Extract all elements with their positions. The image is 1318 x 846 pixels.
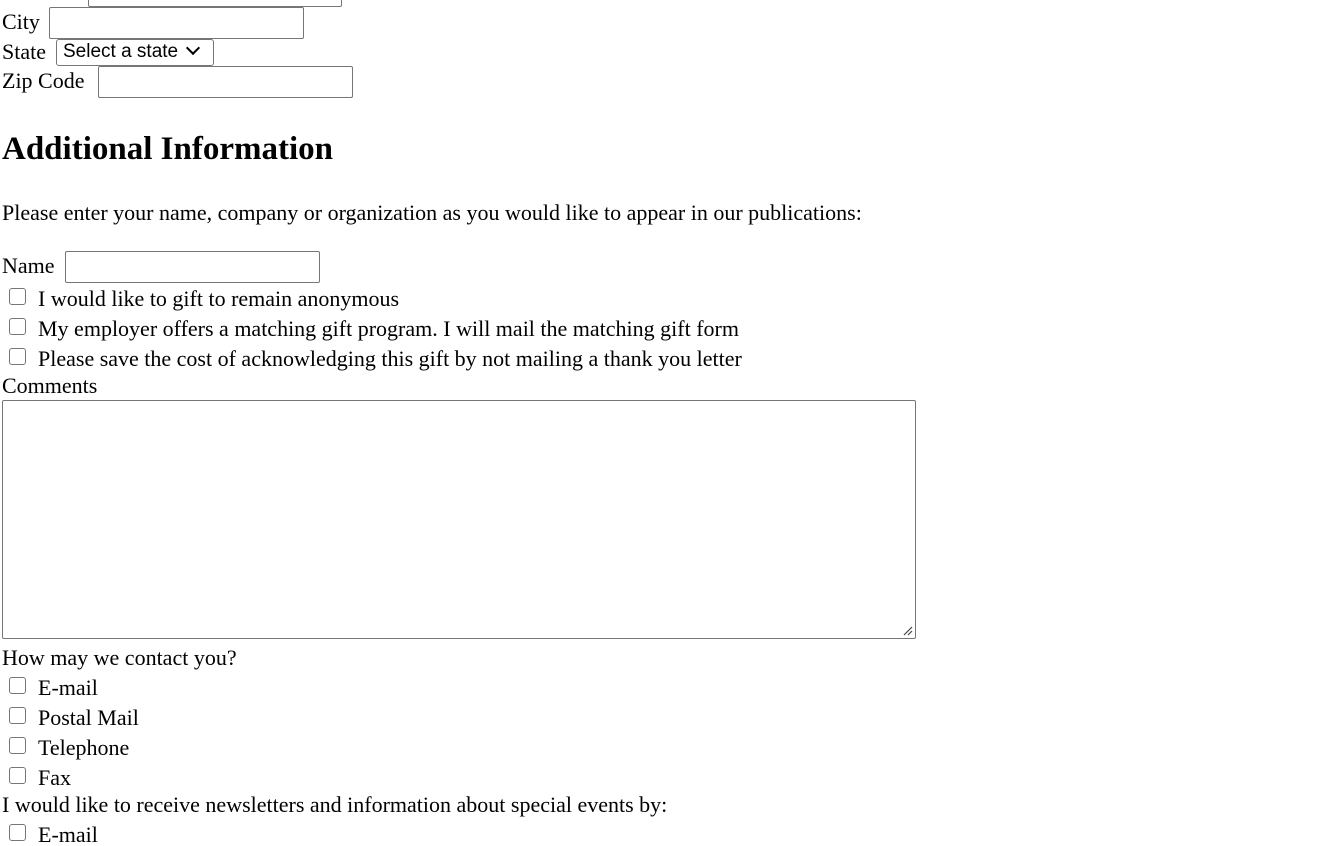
newsletter-question: I would like to receive newsletters and … — [2, 792, 668, 817]
contact-fax-checkbox[interactable] — [9, 767, 26, 784]
newsletter-email-label: E-mail — [38, 822, 98, 846]
contact-question: How may we contact you? — [2, 645, 237, 670]
state-select[interactable]: Select a state — [56, 39, 214, 66]
no-thank-you-letter-label: Please save the cost of acknowledging th… — [38, 346, 742, 371]
contact-telephone-checkbox[interactable] — [9, 737, 26, 754]
state-label: State — [2, 39, 46, 64]
comments-textarea[interactable] — [2, 400, 916, 639]
newsletter-email-checkbox[interactable] — [9, 824, 26, 841]
resize-grip-icon[interactable] — [901, 624, 913, 636]
matching-gift-label: My employer offers a matching gift progr… — [38, 316, 739, 341]
publication-prompt: Please enter your name, company or organ… — [2, 200, 862, 225]
address-line-input[interactable] — [88, 0, 342, 7]
additional-info-heading: Additional Information — [2, 131, 333, 167]
contact-telephone-label: Telephone — [38, 735, 130, 760]
matching-gift-checkbox[interactable] — [9, 318, 26, 335]
anonymous-label: I would like to gift to remain anonymous — [38, 286, 400, 311]
city-label: City — [2, 9, 40, 34]
state-select-value: Select a state — [63, 41, 179, 62]
name-input[interactable] — [65, 251, 320, 283]
contact-postal-label: Postal Mail — [38, 705, 139, 730]
no-thank-you-letter-checkbox[interactable] — [9, 348, 26, 365]
contact-fax-label: Fax — [38, 765, 71, 790]
chevron-down-icon — [186, 40, 201, 56]
anonymous-checkbox[interactable] — [9, 288, 26, 305]
zip-input[interactable] — [98, 66, 353, 98]
contact-postal-checkbox[interactable] — [9, 707, 26, 724]
comments-label: Comments — [2, 373, 98, 398]
zip-label: Zip Code — [2, 68, 85, 93]
contact-email-checkbox[interactable] — [9, 677, 26, 694]
name-label: Name — [2, 253, 55, 278]
contact-email-label: E-mail — [38, 675, 98, 700]
city-input[interactable] — [49, 7, 304, 39]
